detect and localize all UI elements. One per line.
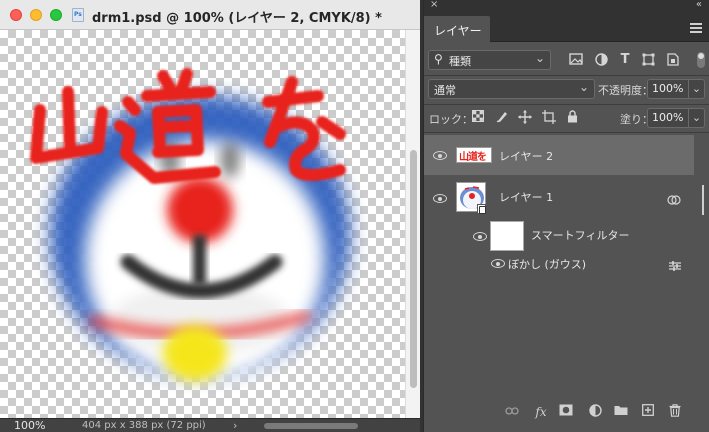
lock-image-pixels-icon[interactable] [495, 110, 509, 124]
filter-mask-thumbnail[interactable] [490, 221, 524, 251]
lock-label: ロック： [429, 113, 473, 126]
document-title-bar[interactable]: drm1.psd @ 100% (レイヤー 2, CMYK/8) * [0, 0, 420, 30]
lock-transparent-pixels-icon[interactable] [471, 110, 485, 124]
window-minimize-button[interactable] [30, 9, 42, 21]
blend-mode-select[interactable]: 通常 ⌄ [428, 79, 595, 99]
smart-filter-label: スマートフィルター [531, 229, 630, 242]
lock-position-icon[interactable] [518, 110, 532, 124]
filter-name[interactable]: ぼかし (ガウス) [508, 256, 586, 272]
status-menu-arrow[interactable]: › [233, 419, 237, 432]
panel-close-button[interactable]: × [430, 0, 438, 10]
fill-input[interactable]: 100% [647, 108, 689, 128]
type-filter-icon[interactable]: T [617, 53, 633, 67]
tab-layers[interactable]: レイヤー [424, 16, 490, 42]
shape-filter-icon[interactable] [640, 53, 656, 67]
layer-filter-row: ⚲ 種類 ⌄ T [424, 48, 709, 74]
panel-header-strip: × « [424, 0, 709, 14]
trash-icon[interactable] [667, 404, 683, 420]
smart-filter-options-icon[interactable] [667, 191, 681, 205]
layers-bottom-toolbar: fx [424, 400, 709, 424]
layer-row-layer-2[interactable]: 山道を レイヤー 2 [424, 135, 694, 175]
layers-panel: × « レイヤー ⚲ 種類 ⌄ T 通常 ⌄ 不透明度： 100% ⌄ ロック：… [423, 0, 709, 432]
visibility-eye-icon[interactable] [433, 150, 447, 160]
visibility-eye-icon[interactable] [491, 258, 505, 268]
search-icon: ⚲ [434, 52, 443, 66]
layer-row-layer-1[interactable]: レイヤー 1 [424, 176, 694, 216]
smart-object-badge-icon [477, 204, 486, 214]
status-bar: 100% 404 px x 388 px (72 ppi) › [0, 418, 420, 432]
opacity-label: 不透明度： [598, 84, 653, 97]
vertical-scroll-thumb[interactable] [410, 150, 417, 388]
visibility-eye-icon[interactable] [433, 193, 447, 203]
mask-icon[interactable] [558, 404, 574, 420]
tab-layers-label: レイヤー [434, 24, 482, 38]
layer-name[interactable]: レイヤー 2 [499, 148, 553, 164]
link-icon[interactable] [504, 404, 520, 420]
zoom-level[interactable]: 100% [14, 419, 45, 432]
canvas-artwork [30, 68, 350, 381]
fx-icon[interactable]: fx [533, 404, 549, 420]
layer-name[interactable]: レイヤー 1 [499, 189, 553, 205]
panel-collapse-button[interactable]: « [696, 0, 702, 10]
psd-file-icon [72, 8, 84, 22]
chevron-down-icon: ⌄ [578, 80, 589, 94]
folder-icon[interactable] [613, 404, 629, 420]
adjustment-filter-icon[interactable] [593, 53, 609, 67]
canvas[interactable] [0, 30, 405, 418]
smart-filter-group-row[interactable]: スマートフィルター [424, 217, 694, 253]
window-zoom-button[interactable] [50, 9, 62, 21]
document-size-info: 404 px x 388 px (72 ppi) [82, 420, 206, 431]
lock-artboard-icon[interactable] [542, 110, 556, 124]
horizontal-scroll-thumb[interactable] [264, 423, 358, 429]
panel-tab-bar: レイヤー [424, 14, 709, 42]
visibility-eye-icon[interactable] [473, 231, 487, 241]
divider [424, 104, 709, 105]
pixel-filter-icon[interactable] [568, 53, 584, 67]
document-window: drm1.psd @ 100% (レイヤー 2, CMYK/8) * [0, 0, 420, 432]
filter-toggle[interactable] [697, 52, 705, 68]
layers-list: 山道を レイヤー 2 レイヤー 1 スマートフィルター ぼかし (ガウス) [424, 135, 709, 399]
divider [424, 132, 709, 133]
layer-kind-filter[interactable]: ⚲ 種類 ⌄ [428, 50, 551, 70]
lock-fill-row: ロック： 塗り： 100% ⌄ [424, 106, 709, 130]
smart-object-filter-icon[interactable] [665, 53, 681, 67]
filter-blending-options-icon[interactable] [668, 257, 682, 271]
layer-thumbnail: 山道を [456, 147, 492, 163]
layer-thumbnail-text: 山道を [459, 152, 487, 163]
filter-kind-label: 種類 [449, 55, 471, 68]
filter-row-gaussian-blur[interactable]: ぼかし (ガウス) [424, 253, 694, 273]
window-close-button[interactable] [10, 9, 22, 21]
divider [424, 75, 709, 76]
blend-mode-value: 通常 [434, 84, 456, 97]
blend-opacity-row: 通常 ⌄ 不透明度： 100% ⌄ [424, 77, 709, 101]
layers-scroll-indicator[interactable] [696, 175, 709, 227]
fill-value: 100% [652, 111, 684, 124]
opacity-input[interactable]: 100% [647, 79, 689, 99]
opacity-value: 100% [652, 82, 684, 95]
document-title: drm1.psd @ 100% (レイヤー 2, CMYK/8) * [92, 11, 382, 26]
opacity-dropdown-button[interactable]: ⌄ [689, 79, 705, 99]
new-layer-icon[interactable] [640, 404, 656, 420]
vertical-scrollbar[interactable] [405, 30, 420, 418]
panel-menu-icon[interactable] [690, 23, 702, 33]
chevron-down-icon: ⌄ [534, 51, 545, 65]
fill-dropdown-button[interactable]: ⌄ [689, 108, 705, 128]
adjustment-icon[interactable] [587, 404, 603, 420]
lock-all-icon[interactable] [565, 110, 579, 124]
